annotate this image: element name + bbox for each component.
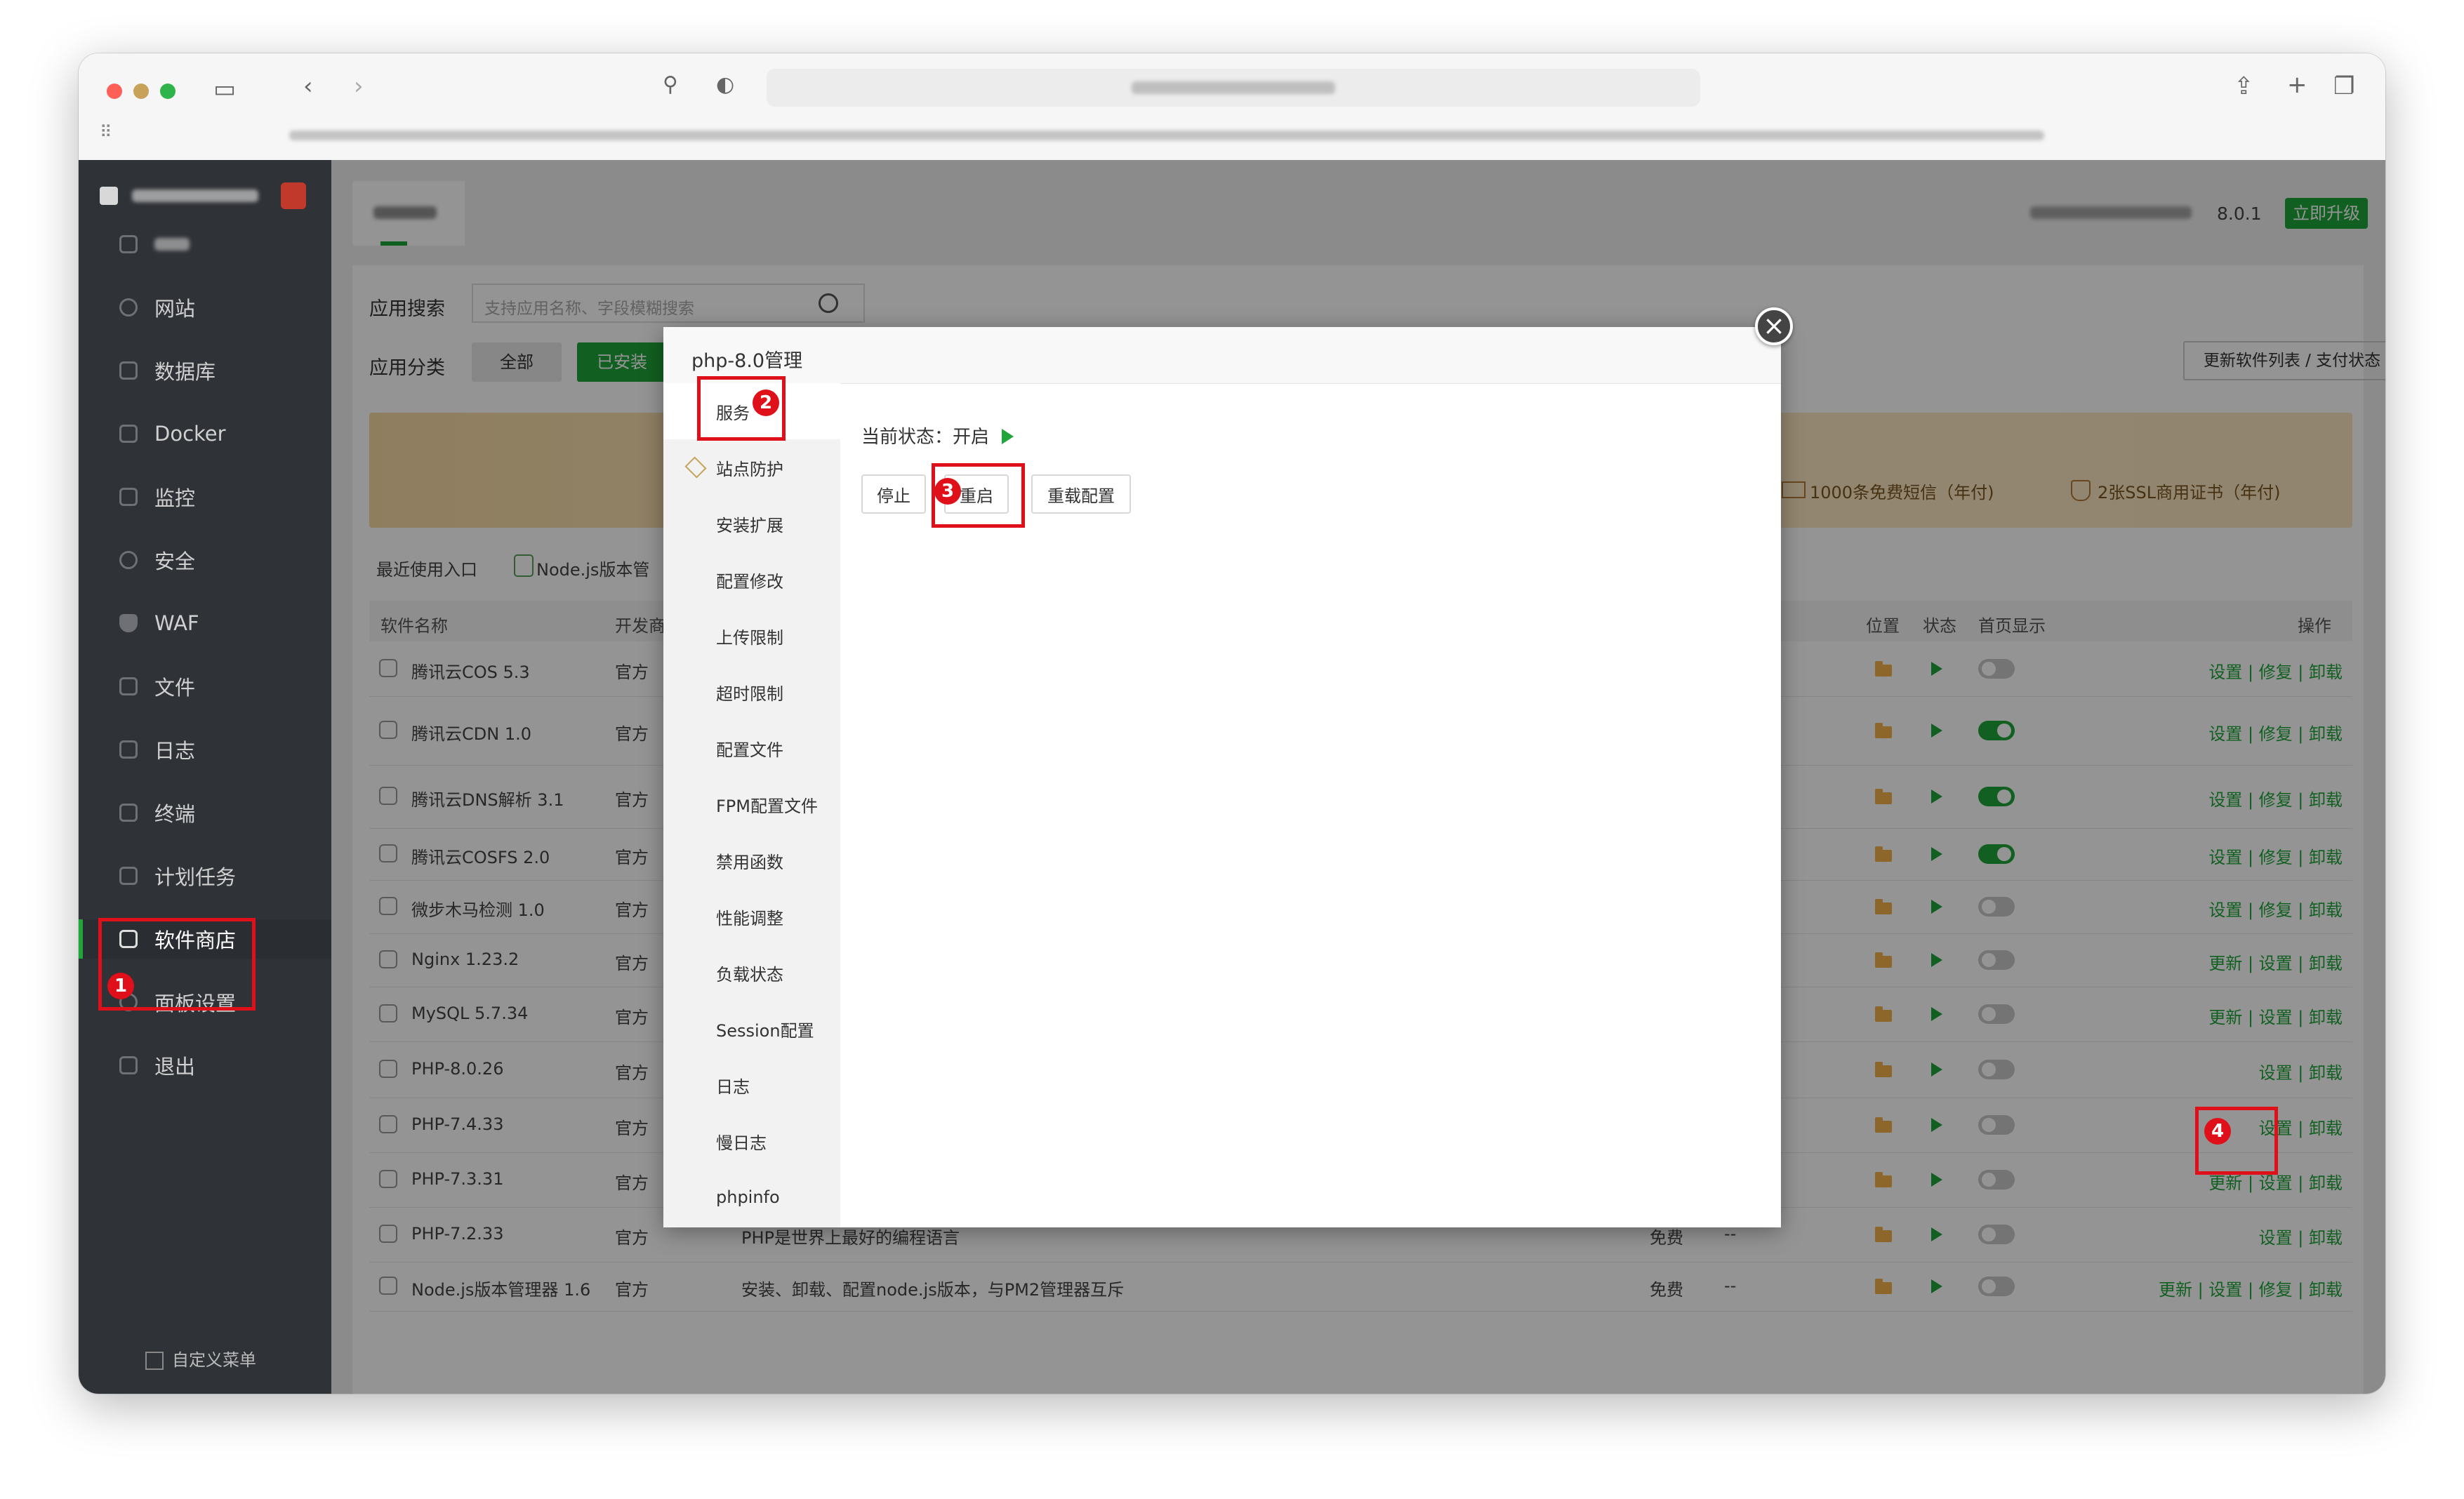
sidebar-item-logs[interactable]: 日志 (79, 730, 331, 769)
dialog-menu-label: Session配置 (716, 1020, 814, 1041)
dialog-menu-item[interactable]: 慢日志 (663, 1113, 840, 1169)
dialog-menu-label: 慢日志 (716, 1133, 767, 1153)
sidebar-item-label: 文件 (154, 676, 196, 700)
dialog-menu-label: 站点防护 (716, 459, 783, 479)
sidebar-item-label: 安全 (154, 549, 196, 573)
dialog-menu-label: 配置修改 (716, 571, 783, 592)
dialog-menu-label: phpinfo (716, 1187, 780, 1207)
sidebar-item-files[interactable]: 文件 (79, 667, 331, 706)
forward-icon[interactable]: › (354, 74, 364, 98)
dialog-menu-item[interactable]: 站点防护 (663, 439, 840, 495)
sidebar-item-label: 数据库 (154, 360, 216, 384)
log-icon (119, 740, 138, 759)
sidebar-item-website[interactable]: 网站 (79, 288, 331, 327)
sidebar-item-security[interactable]: 安全 (79, 540, 331, 580)
logo-icon (100, 187, 118, 205)
sidebar-item-docker[interactable]: Docker (79, 414, 331, 453)
dialog-menu-label: 安装扩展 (716, 515, 783, 535)
dialog-menu-label: 负载状态 (716, 964, 783, 985)
dialog-menu-item[interactable]: 上传限制 (663, 608, 840, 664)
dialog-menu-item[interactable]: 配置文件 (663, 720, 840, 776)
sidebar-item-database[interactable]: 数据库 (79, 351, 331, 390)
sidebar-item-label: 计划任务 (154, 865, 237, 889)
sidebar-toggle-icon[interactable]: ▭ (213, 77, 236, 101)
annotation-number-2: 2 (753, 389, 779, 416)
php-manage-dialog: php-8.0管理 服务 站点防护 安装扩展 配置修改 上传限制 超时限制 配置文件 FPM配… (663, 327, 1781, 1227)
dialog-menu-label: 日志 (716, 1077, 750, 1097)
monitor-icon (119, 488, 138, 506)
sidebar-item-monitor[interactable]: 监控 (79, 477, 331, 517)
notification-badge[interactable] (281, 182, 306, 209)
dialog-menu-item[interactable]: phpinfo (663, 1169, 840, 1225)
close-window-button[interactable] (107, 84, 122, 99)
annotation-number-1: 1 (107, 973, 134, 999)
dialog-menu-item[interactable]: 配置修改 (663, 552, 840, 608)
stop-button[interactable]: 停止 (861, 474, 926, 514)
dialog-header: php-8.0管理 (663, 327, 1781, 384)
sidebar-item-terminal[interactable]: 终端 (79, 793, 331, 832)
sidebar-logo (100, 181, 310, 209)
apps-grid-icon[interactable]: ⠿ (100, 124, 112, 140)
custom-menu-icon (145, 1352, 164, 1370)
sidebar-item-waf[interactable]: WAF (79, 604, 331, 643)
dialog-menu-item[interactable]: FPM配置文件 (663, 776, 840, 832)
waf-shield-icon (119, 614, 138, 632)
sidebar-item-logout[interactable]: 退出 (79, 1046, 331, 1085)
dialog-menu-label: 超时限制 (716, 684, 783, 704)
dialog-menu-label: 禁用函数 (716, 852, 783, 872)
custom-menu-button[interactable]: 自定义菜单 (145, 1346, 256, 1371)
logout-icon (119, 1056, 138, 1074)
folder-icon (119, 677, 138, 695)
annotation-number-4: 4 (2204, 1118, 2231, 1145)
sidebar-item-label: 监控 (154, 486, 196, 510)
sidebar-item-label: 日志 (154, 739, 196, 763)
globe-icon (119, 298, 138, 317)
sidebar-item-label: WAF (154, 611, 199, 635)
dialog-menu-item[interactable]: Session配置 (663, 1001, 840, 1057)
address-bar[interactable] (767, 69, 1700, 107)
tabs-overview-icon[interactable]: ❐ (2333, 74, 2354, 98)
status-label: 当前状态：开启 (861, 427, 990, 448)
terminal-icon (119, 804, 138, 822)
dialog-menu-item[interactable]: 超时限制 (663, 664, 840, 720)
play-status-icon (1002, 429, 1014, 444)
dialog-close-button[interactable]: × (1755, 307, 1793, 345)
share-icon[interactable]: ⇪ (2234, 74, 2254, 98)
sidebar: 网站 数据库 Docker 监控 安全 WAF 文件 日志 终端 计划任务 软件 (79, 160, 331, 1394)
shield-icon (119, 551, 138, 569)
minimize-window-button[interactable] (133, 84, 149, 99)
dialog-title: php-8.0管理 (691, 350, 803, 372)
browser-toolbar: ▭ ‹ › ⚲ ◐ ⇪ + ❐ ⠿ (79, 53, 2385, 161)
dialog-menu-label: 性能调整 (716, 908, 783, 928)
dialog-menu-item[interactable]: 安装扩展 (663, 495, 840, 552)
back-icon[interactable]: ‹ (303, 74, 313, 98)
translate-icon[interactable]: ⚲ (663, 74, 678, 95)
database-icon (119, 361, 138, 380)
reload-config-button[interactable]: 重载配置 (1031, 474, 1131, 514)
dialog-menu: 服务 站点防护 安装扩展 配置修改 上传限制 超时限制 配置文件 FPM配置文件 禁用函数 性能调… (663, 383, 840, 1227)
calendar-icon (119, 867, 138, 885)
sidebar-item-label: 退出 (154, 1055, 196, 1079)
annotation-number-3: 3 (934, 478, 961, 505)
new-tab-icon[interactable]: + (2287, 73, 2307, 97)
sidebar-item-label: 网站 (154, 297, 196, 321)
dialog-menu-item[interactable]: 性能调整 (663, 888, 840, 945)
dialog-menu-item[interactable]: 负载状态 (663, 945, 840, 1001)
service-status: 当前状态：开启 (861, 422, 1014, 448)
maximize-window-button[interactable] (160, 84, 175, 99)
sidebar-item-label: Docker (154, 422, 226, 446)
docker-icon (119, 425, 138, 443)
custom-menu-label: 自定义菜单 (172, 1350, 256, 1370)
dialog-menu-item[interactable]: 禁用函数 (663, 832, 840, 888)
sidebar-item-home[interactable] (79, 225, 331, 264)
home-icon (119, 235, 138, 253)
dialog-menu-label: 配置文件 (716, 740, 783, 760)
sidebar-item-label: 终端 (154, 802, 196, 826)
dialog-menu-label: FPM配置文件 (716, 796, 818, 816)
dialog-menu-item[interactable]: 日志 (663, 1057, 840, 1113)
dialog-menu-label: 上传限制 (716, 627, 783, 648)
diamond-icon (684, 456, 707, 479)
sidebar-item-cron[interactable]: 计划任务 (79, 856, 331, 895)
shield-privacy-icon[interactable]: ◐ (716, 74, 734, 95)
